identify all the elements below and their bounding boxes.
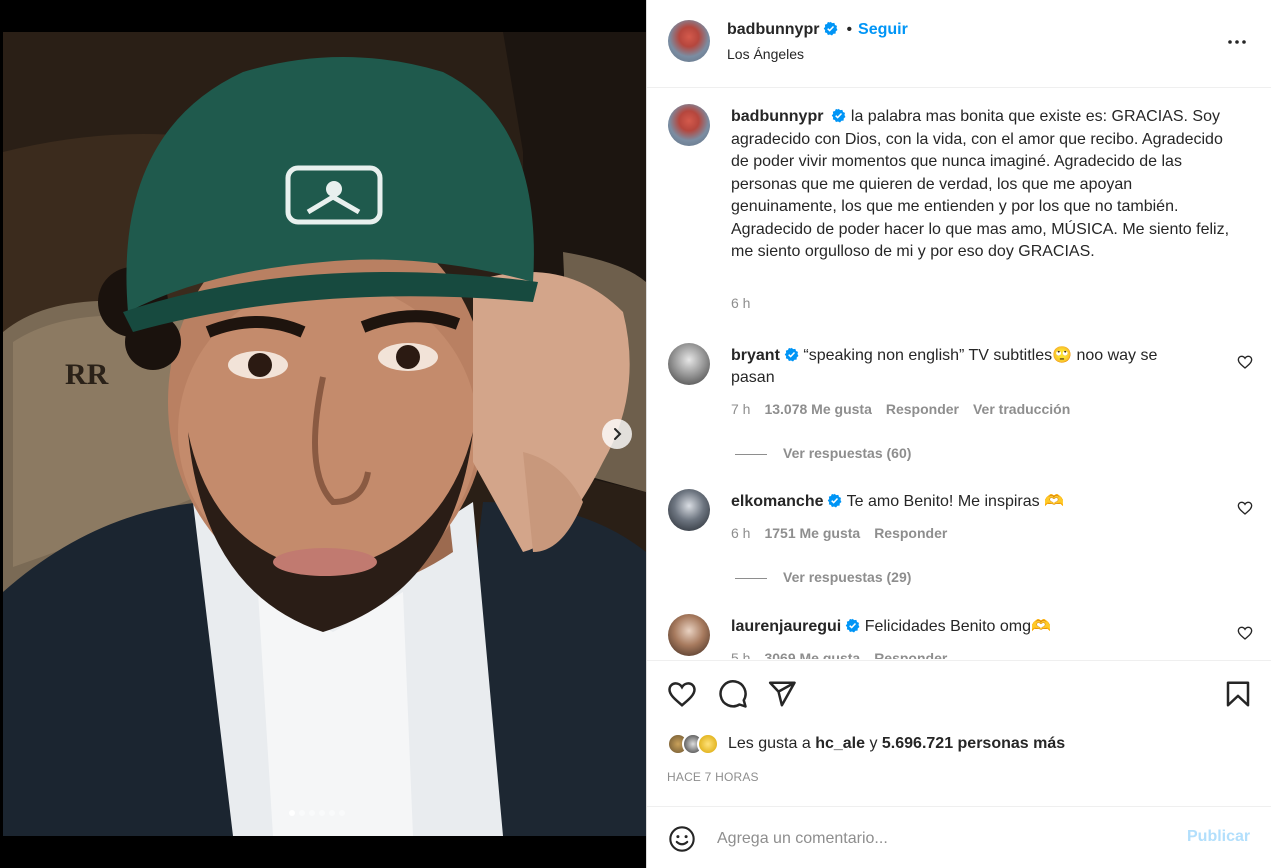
- publish-button[interactable]: Publicar: [1187, 828, 1250, 846]
- chevron-right-icon: [614, 428, 622, 440]
- comment-username[interactable]: laurenjauregui: [731, 618, 841, 635]
- view-replies-button[interactable]: Ver respuestas (60): [735, 445, 911, 461]
- author-username[interactable]: badbunnypr: [727, 21, 819, 38]
- like-comment-heart-icon[interactable]: [1237, 625, 1253, 641]
- likes-prefix: Les gusta a: [728, 735, 811, 752]
- caption-avatar[interactable]: [668, 104, 710, 146]
- view-replies-label: Ver respuestas (29): [783, 569, 912, 585]
- follow-button[interactable]: Seguir: [858, 21, 908, 38]
- comment-username[interactable]: elkomanche: [731, 493, 823, 510]
- verified-badge-icon: [832, 108, 846, 123]
- carousel-dot: [309, 810, 315, 816]
- comment-meta: 6 h 1751 Me gusta Responder: [731, 525, 961, 541]
- verified-badge-icon: [824, 21, 838, 36]
- post-details-panel: badbunnypr • Seguir Los Ángeles badbunnypr…: [646, 0, 1271, 868]
- author-avatar[interactable]: [668, 20, 710, 62]
- carousel-indicator: [289, 810, 345, 816]
- comment-time: 6 h: [731, 525, 751, 541]
- comment-body: laurenjauregui Felicidades Benito omg🫶: [731, 616, 1201, 638]
- post-photo[interactable]: RR: [3, 32, 646, 836]
- emoji-icon[interactable]: [668, 825, 696, 853]
- caption-username[interactable]: badbunnypr: [731, 108, 823, 125]
- more-options-icon[interactable]: [1225, 30, 1249, 54]
- reply-button[interactable]: Responder: [886, 401, 959, 417]
- comment-meta: 7 h 13.078 Me gusta Responder Ver traducció…: [731, 401, 1084, 417]
- replies-divider: [735, 577, 767, 579]
- liker-username[interactable]: hc_ale: [815, 735, 865, 752]
- comment-avatar[interactable]: [668, 343, 710, 385]
- carousel-next-button[interactable]: [602, 419, 632, 449]
- comment-avatar[interactable]: [668, 614, 710, 656]
- author-line: badbunnypr • Seguir: [727, 21, 908, 39]
- comment-meta: 5 h 3069 Me gusta Responder: [731, 650, 961, 659]
- comment-bubble-icon[interactable]: [718, 679, 748, 709]
- save-bookmark-icon[interactable]: [1223, 679, 1253, 709]
- carousel-dot: [299, 810, 305, 816]
- comment-time: 5 h: [731, 650, 751, 659]
- comment-likes[interactable]: 13.078 Me gusta: [764, 401, 871, 417]
- carousel-dot: [319, 810, 325, 816]
- selfie-illustration: RR: [3, 32, 646, 836]
- replies-divider: [735, 453, 767, 455]
- view-replies-button[interactable]: Ver respuestas (29): [735, 569, 911, 585]
- see-translation-button[interactable]: Ver traducción: [973, 401, 1070, 417]
- view-replies-label: Ver respuestas (60): [783, 445, 912, 461]
- verified-badge-icon: [828, 493, 842, 508]
- reply-button[interactable]: Responder: [874, 525, 947, 541]
- caption-text: la palabra mas bonita que existe es: GRA…: [731, 108, 1230, 260]
- likes-summary: Les gusta a hc_ale y 5.696.721 personas …: [667, 732, 1065, 756]
- post-timestamp[interactable]: HACE 7 HORAS: [667, 770, 759, 784]
- comment-input[interactable]: [717, 827, 1157, 851]
- post-header: badbunnypr • Seguir Los Ángeles: [647, 0, 1271, 88]
- comment-time: 7 h: [731, 401, 751, 417]
- add-comment-bar: Publicar: [647, 806, 1271, 868]
- comment-avatar[interactable]: [668, 489, 710, 531]
- like-comment-heart-icon[interactable]: [1237, 500, 1253, 516]
- comment-text: Felicidades Benito omg🫶: [864, 618, 1051, 635]
- post-media: RR: [0, 0, 646, 868]
- comment-body: bryant “speaking non english” TV subtitl…: [731, 345, 1201, 389]
- comment-likes[interactable]: 3069 Me gusta: [764, 650, 860, 659]
- post-caption: badbunnypr la palabra mas bonita que exi…: [731, 106, 1231, 264]
- comment-likes[interactable]: 1751 Me gusta: [764, 525, 860, 541]
- post-actions: Les gusta a hc_ale y 5.696.721 personas …: [647, 660, 1271, 784]
- post-location[interactable]: Los Ángeles: [727, 46, 804, 62]
- header-separator: •: [846, 21, 853, 38]
- carousel-dot: [339, 810, 345, 816]
- carousel-dot: [289, 810, 295, 816]
- like-comment-heart-icon[interactable]: [1237, 354, 1253, 370]
- comment-username[interactable]: bryant: [731, 347, 780, 364]
- verified-badge-icon: [784, 347, 799, 362]
- rolls-royce-logo: RR: [65, 358, 109, 391]
- comment-body: elkomanche Te amo Benito! Me inspiras 🫶: [731, 491, 1201, 513]
- verified-badge-icon: [846, 618, 860, 633]
- like-heart-icon[interactable]: [667, 679, 697, 709]
- share-paper-plane-icon[interactable]: [767, 679, 797, 709]
- likes-connector: y: [869, 735, 878, 752]
- carousel-dot: [329, 810, 335, 816]
- comment-text: Te amo Benito! Me inspiras 🫶: [846, 493, 1064, 510]
- caption-time: 6 h: [731, 295, 751, 311]
- likes-text: Les gusta a hc_ale y 5.696.721 personas …: [728, 735, 1065, 753]
- comments-list[interactable]: badbunnypr la palabra mas bonita que exi…: [647, 89, 1271, 659]
- liker-avatar[interactable]: [697, 733, 719, 755]
- instagram-post-dialog: RR badbunnypr • Seguir Los Ángeles badbu…: [0, 0, 1271, 868]
- likes-count[interactable]: 5.696.721 personas más: [882, 735, 1065, 752]
- reply-button[interactable]: Responder: [874, 650, 947, 659]
